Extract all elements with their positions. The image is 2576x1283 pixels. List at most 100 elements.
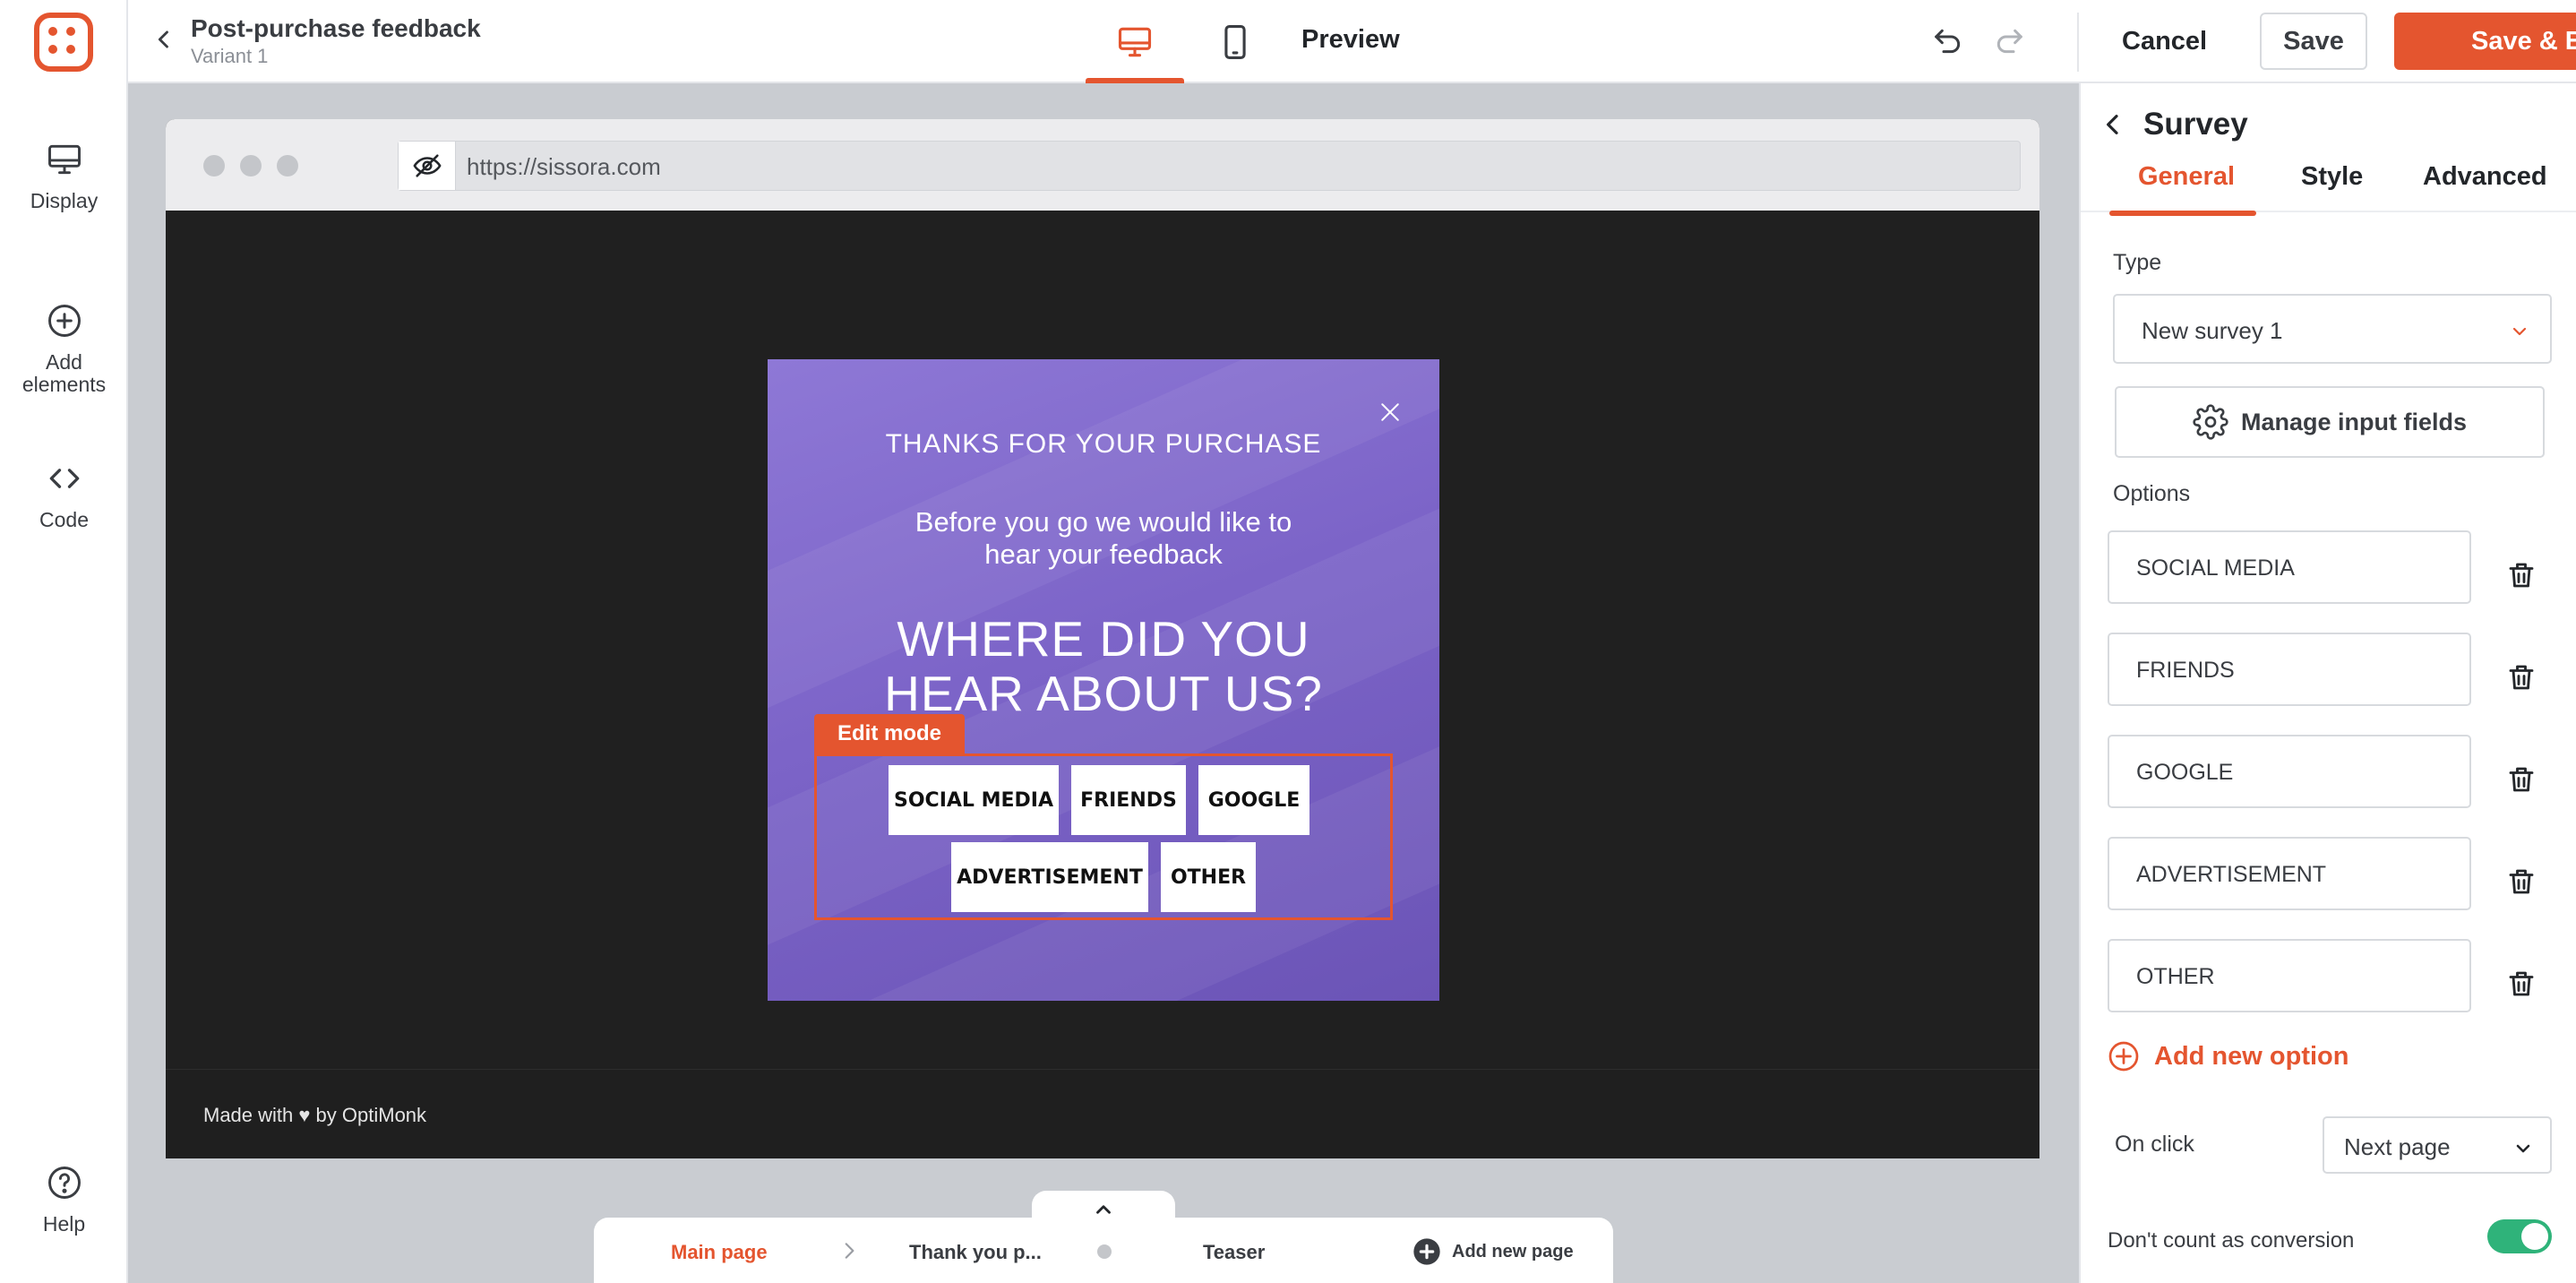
- option-input[interactable]: FRIENDS: [2108, 633, 2471, 706]
- add-new-option-button[interactable]: Add new option: [2108, 1040, 2348, 1072]
- trash-icon[interactable]: [2505, 968, 2537, 1004]
- help-circle-icon: [0, 1163, 128, 1202]
- cancel-button[interactable]: Cancel: [2099, 13, 2230, 70]
- desktop-icon: [1118, 27, 1152, 56]
- trash-icon[interactable]: [2505, 559, 2537, 596]
- chevron-down-icon: [2516, 1144, 2530, 1153]
- sidebar-item-label: Code: [39, 508, 89, 531]
- browser-bar: https://sissora.com: [166, 119, 2039, 211]
- option-input[interactable]: ADVERTISEMENT: [2108, 837, 2471, 910]
- mobile-view-button[interactable]: [1186, 0, 1284, 83]
- preview-button[interactable]: Preview: [1301, 25, 1400, 55]
- undo-icon[interactable]: [1930, 23, 1966, 64]
- url-bar: https://sissora.com: [398, 141, 2021, 191]
- popup-subtitle[interactable]: Before you go we would like to hear your…: [768, 506, 1439, 571]
- top-toolbar: Post-purchase feedback Variant 1 Preview…: [128, 0, 2576, 83]
- sidebar-item-add-elements[interactable]: Add elements: [0, 301, 128, 397]
- active-tab-indicator: [2109, 211, 2256, 216]
- page-tabs: Main page Thank you p... Teaser Add new …: [594, 1218, 1613, 1283]
- trash-icon[interactable]: [2505, 661, 2537, 698]
- survey-option[interactable]: OTHER: [1161, 842, 1256, 912]
- option-input[interactable]: SOCIAL MEDIA: [2108, 530, 2471, 604]
- survey-options[interactable]: SOCIAL MEDIA FRIENDS GOOGLE ADVERTISEMEN…: [814, 753, 1393, 920]
- panel-back-button[interactable]: [2099, 110, 2127, 143]
- trash-icon[interactable]: [2505, 865, 2537, 902]
- sidebar-item-label: Help: [42, 1212, 86, 1236]
- tab-advanced[interactable]: Advanced: [2423, 162, 2547, 192]
- survey-type-select[interactable]: New survey 1: [2113, 294, 2552, 364]
- eye-off-icon[interactable]: [399, 142, 456, 190]
- on-click-select[interactable]: Next page: [2323, 1116, 2552, 1174]
- manage-input-fields-label: Manage input fields: [2240, 408, 2468, 435]
- sidebar-item-display[interactable]: Display: [0, 140, 128, 212]
- on-click-label: On click: [2115, 1132, 2194, 1157]
- survey-option[interactable]: SOCIAL MEDIA: [889, 765, 1059, 835]
- survey-option[interactable]: FRIENDS: [1071, 765, 1186, 835]
- add-new-page-button[interactable]: Add new page: [1413, 1237, 1574, 1266]
- editor-canvas: https://sissora.com THANKS FOR YOUR PURC…: [128, 83, 2079, 1283]
- left-sidebar: Display Add elements Code Help: [0, 0, 128, 1283]
- on-click-value: Next page: [2344, 1133, 2451, 1160]
- desktop-view-button[interactable]: [1086, 0, 1184, 83]
- sidebar-item-help[interactable]: Help: [0, 1163, 128, 1236]
- window-dot: [277, 155, 298, 177]
- edit-mode-badge: Edit mode: [814, 714, 966, 753]
- trash-icon[interactable]: [2505, 763, 2537, 800]
- toolbar-divider: [2077, 13, 2079, 72]
- save-button[interactable]: Save: [2260, 13, 2367, 70]
- type-label: Type: [2113, 250, 2162, 275]
- popup-title[interactable]: THANKS FOR YOUR PURCHASE: [768, 429, 1439, 460]
- option-input-value: FRIENDS: [2136, 658, 2235, 683]
- close-icon[interactable]: [1377, 399, 1404, 430]
- page-tab-thank-you[interactable]: Thank you p...: [909, 1241, 1042, 1264]
- plus-circle-icon: [0, 301, 128, 340]
- panel-tabs: General Style Advanced: [2081, 162, 2576, 212]
- sidebar-item-label: Display: [30, 189, 99, 212]
- page-tab-teaser[interactable]: Teaser: [1203, 1241, 1265, 1264]
- manage-input-fields-button[interactable]: Manage input fields: [2115, 386, 2545, 458]
- window-dot: [203, 155, 225, 177]
- save-exit-button[interactable]: Save & Exit: [2394, 13, 2576, 70]
- option-input-value: SOCIAL MEDIA: [2136, 555, 2295, 581]
- gear-icon: [2193, 404, 2228, 440]
- variant-name: Variant 1: [191, 45, 269, 67]
- back-button[interactable]: [148, 23, 180, 56]
- mobile-icon: [1224, 24, 1246, 59]
- survey-popup[interactable]: THANKS FOR YOUR PURCHASE Before you go w…: [768, 359, 1439, 1001]
- tab-style[interactable]: Style: [2301, 162, 2363, 192]
- branding-footer: Made with ♥ by OptiMonk: [166, 1069, 2039, 1158]
- survey-option[interactable]: GOOGLE: [1198, 765, 1309, 835]
- window-dot: [240, 155, 262, 177]
- options-label: Options: [2113, 481, 2191, 506]
- properties-panel: Survey General Style Advanced Type New s…: [2079, 83, 2576, 1283]
- tab-general[interactable]: General: [2138, 162, 2235, 192]
- conversion-label: Don't count as conversion: [2108, 1228, 2355, 1253]
- monitor-icon: [0, 140, 128, 179]
- option-input-value: GOOGLE: [2136, 760, 2234, 785]
- conversion-toggle[interactable]: [2487, 1219, 2552, 1253]
- option-input-value: ADVERTISEMENT: [2136, 862, 2327, 887]
- survey-option[interactable]: ADVERTISEMENT: [951, 842, 1148, 912]
- browser-preview: https://sissora.com THANKS FOR YOUR PURC…: [166, 119, 2039, 1158]
- page-tab-main[interactable]: Main page: [671, 1241, 768, 1264]
- option-input[interactable]: GOOGLE: [2108, 735, 2471, 808]
- campaign-title: Post-purchase feedback: [191, 14, 481, 42]
- survey-type-value: New survey 1: [2142, 317, 2283, 344]
- redo-icon[interactable]: [1991, 23, 2027, 64]
- plus-circle-icon: [2108, 1041, 2139, 1072]
- sidebar-item-label: Add elements: [21, 350, 107, 397]
- site-page: THANKS FOR YOUR PURCHASE Before you go w…: [166, 211, 2039, 1069]
- plus-circle-icon: [1413, 1238, 1440, 1265]
- url-text: https://sissora.com: [467, 153, 661, 180]
- popup-question[interactable]: WHERE DID YOU HEAR ABOUT US?: [768, 612, 1439, 721]
- chevron-right-icon: [837, 1239, 861, 1267]
- app-logo-icon[interactable]: [34, 13, 93, 72]
- page-separator-dot: [1097, 1244, 1112, 1259]
- chevron-down-icon: [2512, 327, 2527, 336]
- branding-text: Made with ♥ by OptiMonk: [203, 1104, 427, 1126]
- add-new-option-label: Add new option: [2154, 1041, 2349, 1071]
- add-new-page-label: Add new page: [1452, 1241, 1574, 1261]
- option-input[interactable]: OTHER: [2108, 939, 2471, 1012]
- code-icon: [0, 459, 128, 498]
- sidebar-item-code[interactable]: Code: [0, 459, 128, 531]
